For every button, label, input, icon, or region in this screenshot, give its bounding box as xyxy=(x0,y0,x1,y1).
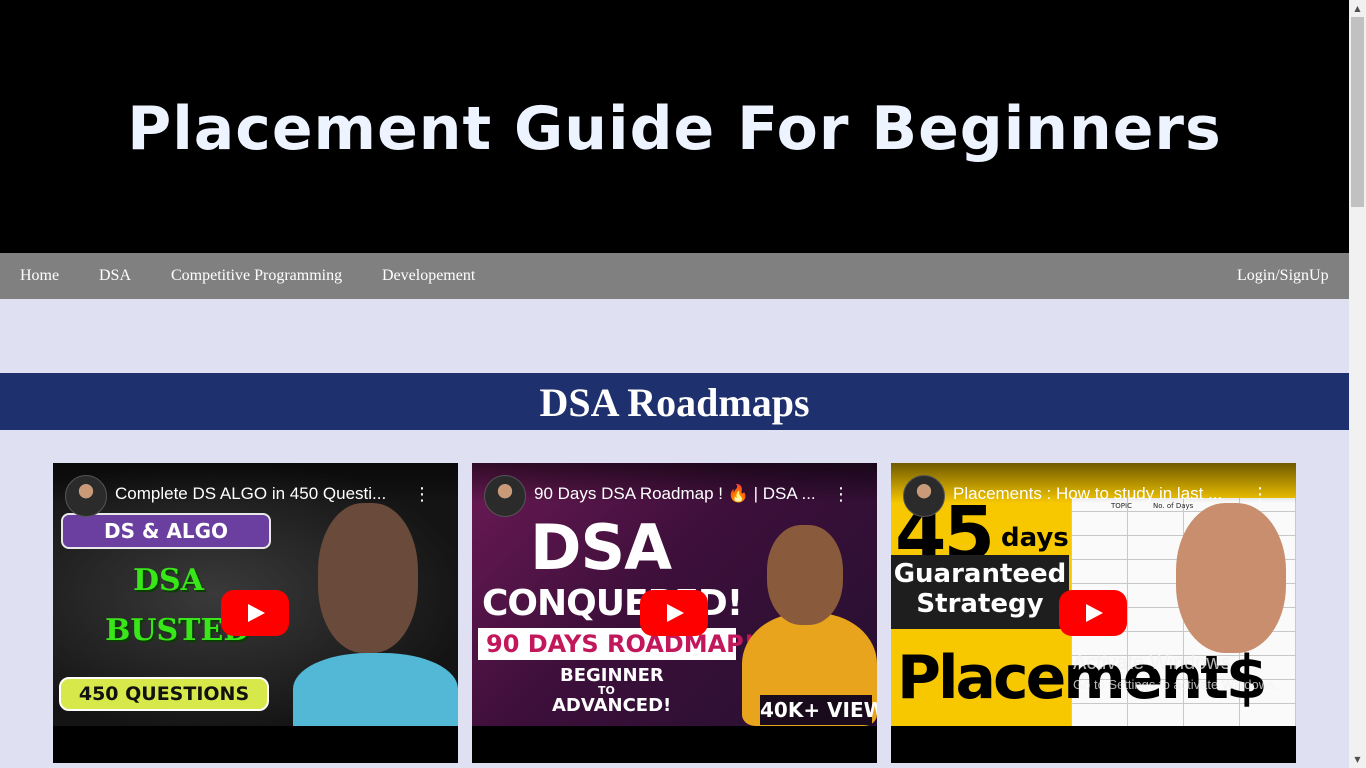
video-title[interactable]: 90 Days DSA Roadmap ! 🔥 | DSA ... xyxy=(534,484,824,504)
youtube-play-icon[interactable] xyxy=(1059,590,1127,636)
youtube-play-icon[interactable] xyxy=(640,590,708,636)
thumb-person xyxy=(293,653,458,726)
thumb-text: DSA xyxy=(530,511,672,584)
thumb-text: DSA xyxy=(133,563,204,598)
thumb-pill: DS & ALGO xyxy=(61,513,271,549)
activate-windows-subtitle: Go to Settings to activate Windows. xyxy=(1073,677,1279,692)
scroll-down-icon[interactable]: ▼ xyxy=(1349,751,1366,768)
video-title[interactable]: Complete DS ALGO in 450 Questi... xyxy=(115,484,405,504)
thumb-person xyxy=(767,525,843,625)
more-vert-icon[interactable]: ⋮ xyxy=(832,485,850,505)
thumb-text: Strategy xyxy=(916,589,1044,619)
thumb-text: 40K+ VIEWS! xyxy=(760,695,877,725)
section-title: DSA Roadmaps xyxy=(539,380,810,425)
thumb-text: BEGINNER xyxy=(560,665,664,686)
nav-competitive-programming[interactable]: Competitive Programming xyxy=(171,267,342,285)
thumb-pill: 450 QUESTIONS xyxy=(59,677,269,711)
channel-avatar[interactable] xyxy=(903,475,945,517)
activate-windows-title: Activate Windows xyxy=(1073,652,1231,674)
more-vert-icon[interactable]: ⋮ xyxy=(413,485,431,505)
navbar: Home DSA Competitive Programming Develop… xyxy=(0,253,1349,299)
page: Placement Guide For Beginners Home DSA C… xyxy=(0,0,1349,768)
thumb-person xyxy=(1176,503,1286,653)
section-header: DSA Roadmaps xyxy=(0,373,1349,430)
scroll-up-icon[interactable]: ▲ xyxy=(1349,0,1366,17)
video-embed-3[interactable]: TOPIC No. of Days 45 days Guaranteed Str… xyxy=(891,463,1296,763)
more-vert-icon[interactable]: ⋮ xyxy=(1251,485,1269,505)
video-embed-1[interactable]: DS & ALGO DSA BUSTED 450 QUESTIONS Compl… xyxy=(53,463,458,763)
video-title[interactable]: Placements : How to study in last ... xyxy=(953,484,1243,504)
site-title: Placement Guide For Beginners xyxy=(127,93,1222,164)
channel-avatar[interactable] xyxy=(65,475,107,517)
scrollbar-thumb[interactable] xyxy=(1351,17,1364,207)
thumb-text: ADVANCED! xyxy=(552,695,672,716)
thumb-text: Guaranteed xyxy=(893,559,1067,589)
thumb-banner: Guaranteed Strategy xyxy=(891,555,1069,629)
thumb-text: days xyxy=(1001,523,1069,553)
nav-home[interactable]: Home xyxy=(20,267,59,285)
nav-developement[interactable]: Developement xyxy=(382,267,475,285)
channel-avatar[interactable] xyxy=(484,475,526,517)
youtube-play-icon[interactable] xyxy=(221,590,289,636)
nav-login-signup[interactable]: Login/SignUp xyxy=(1237,267,1329,285)
video-embed-2[interactable]: DSA CONQUERED! 90 DAYS ROADMAP! BEGINNER… xyxy=(472,463,877,763)
site-header: Placement Guide For Beginners xyxy=(0,0,1349,253)
thumb-person xyxy=(318,503,418,653)
nav-dsa[interactable]: DSA xyxy=(99,267,131,285)
